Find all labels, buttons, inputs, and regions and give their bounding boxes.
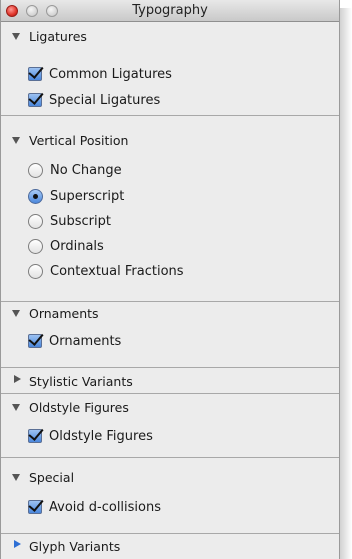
section-ornaments: Ornaments Ornaments [1, 302, 339, 368]
checkbox-checked-icon[interactable] [28, 334, 42, 348]
section-vertical-position: Vertical Position No Change Superscript … [1, 116, 339, 302]
checkbox-avoid-d-collisions[interactable]: Avoid d-collisions [28, 498, 161, 516]
disclosure-triangle-icon[interactable] [11, 29, 25, 43]
disclosure-triangle-icon[interactable] [11, 133, 25, 147]
section-header-ornaments[interactable]: Ornaments [11, 305, 99, 321]
section-header-stylistic-variants[interactable]: Stylistic Variants [11, 373, 133, 389]
radio-icon[interactable] [28, 238, 43, 254]
checkbox-checked-icon[interactable] [28, 429, 42, 443]
option-label: Special Ligatures [49, 92, 161, 108]
window-title: Typography [132, 3, 208, 18]
section-header-special[interactable]: Special [11, 469, 74, 485]
radio-icon[interactable] [28, 263, 43, 279]
option-label: No Change [50, 162, 122, 178]
checkbox-oldstyle-figures[interactable]: Oldstyle Figures [28, 427, 153, 445]
option-label: Oldstyle Figures [49, 428, 153, 444]
disclosure-triangle-collapsed-icon[interactable] [11, 374, 25, 388]
radio-icon[interactable] [28, 213, 43, 229]
section-header-oldstyle-figures[interactable]: Oldstyle Figures [11, 399, 129, 415]
title-bar[interactable]: Typography [1, 0, 339, 22]
disclosure-triangle-collapsed-icon[interactable] [11, 539, 25, 553]
disclosure-triangle-icon[interactable] [11, 470, 25, 484]
disclosure-triangle-icon[interactable] [11, 400, 25, 414]
checkbox-checked-icon[interactable] [28, 93, 42, 107]
radio-selected-icon[interactable] [28, 188, 43, 204]
option-label: Ornaments [49, 333, 122, 349]
disclosure-triangle-icon[interactable] [11, 306, 25, 320]
radio-contextual-fractions[interactable]: Contextual Fractions [28, 262, 184, 280]
option-label: Avoid d-collisions [49, 499, 162, 515]
option-label: Common Ligatures [49, 66, 172, 82]
option-label: Superscript [50, 188, 125, 204]
section-title: Oldstyle Figures [29, 399, 129, 415]
radio-ordinals[interactable]: Ordinals [28, 237, 104, 255]
option-label: Ordinals [50, 238, 104, 254]
section-title: Special [29, 469, 75, 485]
section-header-vertical-position[interactable]: Vertical Position [11, 132, 128, 148]
section-title: Stylistic Variants [29, 373, 133, 389]
section-header-ligatures[interactable]: Ligatures [11, 28, 87, 44]
section-header-glyph-variants[interactable]: Glyph Variants [11, 538, 120, 554]
checkbox-ornaments[interactable]: Ornaments [28, 332, 121, 350]
checkbox-special-ligatures[interactable]: Special Ligatures [28, 91, 160, 109]
checkbox-common-ligatures[interactable]: Common Ligatures [28, 65, 172, 83]
section-title: Ligatures [29, 28, 87, 44]
section-special: Special Avoid d-collisions [1, 458, 339, 534]
radio-no-change[interactable]: No Change [28, 161, 122, 179]
window-shadow [340, 8, 352, 559]
radio-superscript[interactable]: Superscript [28, 187, 124, 205]
section-oldstyle-figures: Oldstyle Figures Oldstyle Figures [1, 394, 339, 458]
section-ligatures: Ligatures Common Ligatures Special Ligat… [1, 22, 339, 116]
section-glyph-variants: Glyph Variants [1, 534, 339, 559]
section-title: Ornaments [29, 305, 99, 321]
radio-icon[interactable] [28, 162, 43, 178]
checkbox-checked-icon[interactable] [28, 67, 42, 81]
section-title: Glyph Variants [29, 538, 121, 554]
checkbox-checked-icon[interactable] [28, 500, 42, 514]
section-title: Vertical Position [29, 132, 129, 148]
option-label: Contextual Fractions [50, 263, 184, 279]
typography-panel: Typography Ligatures Common Ligatures Sp… [0, 0, 340, 559]
option-label: Subscript [50, 213, 111, 229]
section-stylistic-variants: Stylistic Variants [1, 368, 339, 394]
radio-subscript[interactable]: Subscript [28, 212, 111, 230]
